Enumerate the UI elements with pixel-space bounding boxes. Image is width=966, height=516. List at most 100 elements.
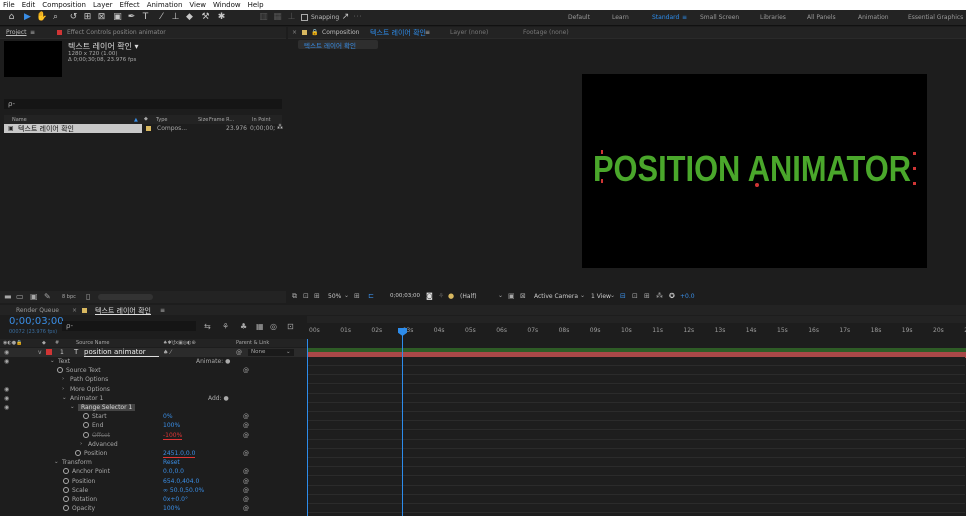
transparency-grid-icon[interactable]: ⊠ [520,292,526,300]
workspace-learn[interactable]: Learn [612,14,629,21]
property-value[interactable]: 100% [163,422,180,429]
property-value[interactable]: 0x+0.0° [163,496,188,503]
color-channel-icon[interactable]: ● [448,292,454,300]
zoom-tool-icon[interactable]: ⌕ [50,12,61,23]
project-item-row[interactable]: ▣ 텍스트 레이어 확인 Compos... 23.976 0;00;00; ⁂ [4,124,283,133]
stopwatch-icon[interactable] [63,477,69,484]
workspace-standard[interactable]: Standard [652,14,679,21]
menu-edit[interactable]: Edit [22,1,36,9]
type-tool-icon[interactable]: T [140,12,151,23]
tab-timeline-comp[interactable]: 텍스트 레이어 확인 [95,306,151,316]
property-row[interactable]: › Advanced [0,439,307,449]
workspace-menu-icon[interactable]: ≡ [682,14,687,21]
axis-icon[interactable]: ⊥ [286,12,297,23]
timeline-icon[interactable]: ⊞ [644,292,650,300]
twirl-open-icon[interactable]: ⌄ [70,404,75,410]
expression-pickwhip-icon[interactable]: @ [243,367,249,374]
draft-3d-icon[interactable]: ⚘ [222,322,229,331]
av-features-icon[interactable]: ◉◐●🔒 [3,340,22,346]
current-time-display[interactable]: 0;00;03;00 [390,293,420,299]
menu-layer[interactable]: Layer [93,1,113,9]
expression-pickwhip-icon[interactable]: @ [243,478,249,485]
property-value[interactable]: Reset [163,459,180,466]
property-row[interactable]: End 100% @ [0,421,307,431]
stopwatch-icon[interactable] [63,468,69,475]
region-icon[interactable]: ⊏ [368,292,374,300]
project-scrollbar[interactable] [98,294,153,300]
vr-icon[interactable]: ⊡ [303,292,309,300]
toggle-pixel-aspect-icon[interactable]: ⊟ [620,292,626,300]
menu-file[interactable]: File [3,1,15,9]
stopwatch-icon[interactable] [83,413,89,420]
visibility-icon[interactable]: ◉ [4,386,9,393]
stopwatch-icon[interactable] [63,505,69,512]
puppet-tool-icon[interactable]: ✱ [216,12,227,23]
label-col-icon[interactable]: ◆ [144,116,148,122]
stopwatch-icon[interactable] [83,422,89,429]
view-layout-select[interactable]: 1 View [591,293,611,300]
bbox-handle[interactable] [601,150,603,154]
project-tab-menu-icon[interactable]: ≡ [30,29,35,36]
align-icon[interactable]: ▥ [258,12,269,23]
property-row[interactable]: Opacity 100% @ [0,504,307,514]
flowchart-icon[interactable]: ⁂ [656,292,663,300]
comp-breadcrumb[interactable]: 텍스트 레이어 확인 [298,40,378,50]
workspace-default[interactable]: Default [568,14,590,21]
twirl-closed-icon[interactable]: › [62,376,64,382]
property-value[interactable]: 654.0,404.0 [163,478,199,485]
distribute-icon[interactable]: ▦ [272,12,283,23]
source-name-header[interactable]: Source Name [76,340,110,346]
tab-render-queue[interactable]: Render Queue [16,307,59,314]
property-row[interactable]: ⌄ Text Animate: ● ◉ [0,357,307,366]
bpc-label[interactable]: 8 bpc [62,294,76,300]
chevron-down-icon[interactable]: ⌄ [344,292,349,299]
graph-editor-icon[interactable]: ⊡ [287,322,294,331]
property-value[interactable]: 100% [163,505,180,512]
layer-row[interactable]: ◉ v 1 T position animator ♠ ⁄ @ None ⌄ [0,348,307,357]
lock-icon[interactable]: 🔒 [311,29,318,36]
eraser-tool-icon[interactable]: ◆ [184,12,195,23]
frame-blending-icon[interactable]: ▦ [256,322,264,331]
menu-view[interactable]: View [189,1,206,9]
work-area-bar[interactable] [307,316,966,323]
bbox-handle[interactable] [913,182,916,185]
always-preview-icon[interactable]: ⧉ [292,292,297,301]
rotate-tool-icon[interactable]: ↺ [68,12,79,23]
home-icon[interactable]: ⌂ [6,12,17,23]
property-extra[interactable]: Animate: ● [196,358,230,365]
property-row[interactable]: ⌄ Transform Reset [0,458,307,468]
roi-icon[interactable]: ▣ [508,292,515,300]
visibility-icon[interactable]: ◉ [4,404,9,411]
comp-mini-flowchart-icon[interactable]: ⇆ [204,322,211,331]
property-row[interactable]: Start 0% @ [0,412,307,422]
view-chevron-icon[interactable]: ⌄ [610,292,615,299]
timeline-tab-menu-icon[interactable]: ≡ [160,307,165,314]
res-chevron-icon[interactable]: ⌄ [498,292,503,299]
hand-tool-icon[interactable]: ✋ [36,12,47,23]
clone-tool-icon[interactable]: ⊥ [170,12,181,23]
property-row[interactable]: ⌄ Animator 1 Add: ● ◉ [0,393,307,403]
workspace-libraries[interactable]: Libraries [760,14,786,21]
label-column-icon[interactable]: ◆ [42,340,46,346]
col-type[interactable]: Type [156,117,167,123]
menu-help[interactable]: Help [248,1,264,9]
bbox-handle[interactable] [913,167,916,170]
pan-behind-tool-icon[interactable]: ⊠ [96,12,107,23]
col-in-point[interactable]: In Point [252,117,271,123]
show-snapshot-icon[interactable]: ⚘ [438,292,444,300]
brush-tool-icon[interactable]: ⁄ [156,12,167,23]
tab-footage[interactable]: Footage (none) [523,29,569,36]
selection-tool-icon[interactable]: ▶ [22,12,33,23]
camera-chevron-icon[interactable]: ⌄ [580,292,585,299]
property-row[interactable]: › Path Options [0,375,307,385]
zoom-select[interactable]: 50% [328,293,341,300]
expression-pickwhip-icon[interactable]: @ [243,496,249,503]
stopwatch-icon[interactable] [83,431,89,438]
twirl-open-icon[interactable]: ⌄ [50,358,55,364]
menu-window[interactable]: Window [213,1,241,9]
expression-pickwhip-icon[interactable]: @ [243,422,249,429]
visibility-icon[interactable]: ◉ [4,349,9,356]
anchor-point-icon[interactable] [755,183,759,187]
visibility-icon[interactable]: ◉ [4,358,9,365]
tab-composition-label[interactable]: Composition [322,29,359,36]
